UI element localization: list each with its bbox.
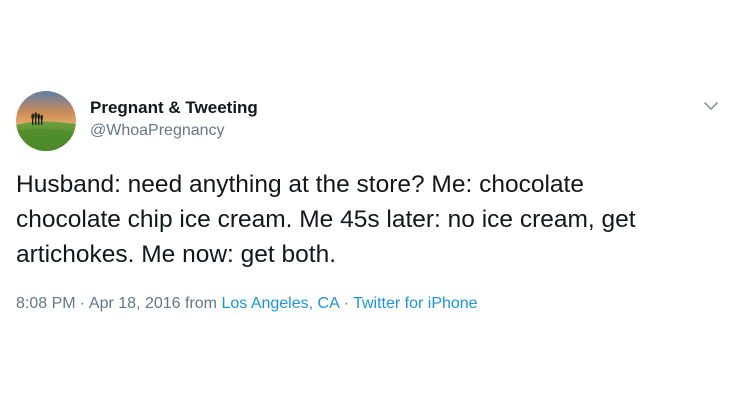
chevron-down-icon [704,102,718,110]
tweet-metadata: 8:08 PM · Apr 18, 2016 from Los Angeles, C… [16,294,478,314]
tweet-menu-button[interactable] [700,96,722,116]
tweet-text-line: artichokes. Me now: get both. [16,241,337,268]
avatar[interactable] [16,91,76,151]
separator-dot: · [343,295,350,312]
user-handle[interactable]: @WhoaPregnancy [90,121,225,141]
display-name[interactable]: Pregnant & Tweeting [90,98,258,118]
profile-photo-landscape-icon [16,91,76,151]
tweet-text: Husband: need anything at the store? Me:… [16,167,726,272]
tweet-time[interactable]: 8:08 PM [16,295,76,312]
location-link[interactable]: Los Angeles, CA [221,295,339,312]
source-link[interactable]: Twitter for iPhone [353,295,478,312]
tweet-text-line: chocolate chip ice cream. Me 45s later: … [16,206,636,233]
separator-dot: · [79,295,85,312]
tweet-date[interactable]: Apr 18, 2016 [89,295,181,312]
tweet-card: Pregnant & Tweeting @WhoaPregnancy Husba… [0,0,737,415]
from-label: from [185,295,217,312]
tweet-text-line: Husband: need anything at the store? Me:… [16,171,584,198]
